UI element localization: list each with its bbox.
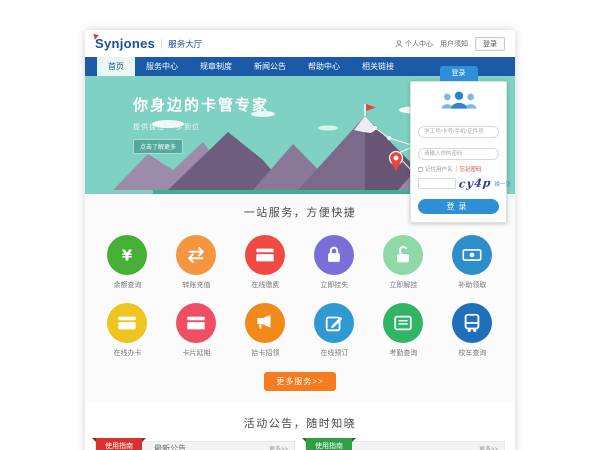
unlock-icon	[383, 235, 423, 275]
hero-copy: 你身边的卡管专家 提供捷径 一步到位 点击了解更多	[133, 94, 269, 154]
service-report-loss[interactable]: 立即挂失	[300, 228, 369, 296]
announcement-panels: 使用指南 最新公告 更多>> 使用指南 更多>>	[95, 441, 505, 450]
service-label: 考勤查询	[369, 348, 438, 358]
service-label: 余额查询	[93, 280, 162, 290]
service-label: 立即挂失	[300, 280, 369, 290]
service-label: 在线办卡	[93, 348, 162, 358]
service-label: 拾卡招领	[231, 348, 300, 358]
divider	[456, 166, 457, 172]
banknote-icon	[452, 235, 492, 275]
bus-icon	[452, 303, 492, 343]
edit-pencil-icon	[314, 303, 354, 343]
remember-checkbox[interactable]	[418, 167, 423, 172]
user-center-link[interactable]: 个人中心	[395, 39, 433, 49]
service-label: 校车查询	[438, 348, 507, 358]
lock-icon	[314, 235, 354, 275]
person-icon	[395, 40, 403, 48]
hero-cta-button[interactable]: 点击了解更多	[133, 139, 183, 154]
tab-usage-guide[interactable]: 使用指南	[96, 438, 142, 450]
service-unfreeze[interactable]: 立即解挂	[369, 228, 438, 296]
login-panel: 登录 记住用户名 忘记密码 cy4p 换一张	[410, 62, 507, 223]
username-input[interactable]	[418, 126, 499, 138]
credit-card-icon	[245, 235, 285, 275]
login-submit-button[interactable]: 登录	[418, 199, 499, 214]
tab-latest-announcements[interactable]: 最新公告	[154, 443, 186, 450]
service-label: 转账充值	[162, 280, 231, 290]
forgot-password-link[interactable]: 忘记密码	[460, 165, 482, 173]
login-options: 记住用户名 忘记密码	[418, 165, 499, 173]
user-notice-link[interactable]: 用户须知	[440, 39, 468, 49]
service-attendance[interactable]: 考勤查询	[369, 296, 438, 364]
guide-panel-right-header: 使用指南 更多>>	[305, 441, 505, 450]
megaphone-icon	[245, 303, 285, 343]
captcha-refresh-link[interactable]: 换一张	[494, 180, 511, 188]
portal-name: 服务大厅	[168, 38, 202, 50]
hero-title: 你身边的卡管专家	[133, 94, 269, 115]
nav-item-service-center[interactable]: 服务中心	[135, 57, 189, 76]
user-center-label: 个人中心	[405, 39, 433, 49]
nav-item-links[interactable]: 相关链接	[351, 57, 405, 76]
header-actions: 个人中心 用户须知 登录	[395, 37, 505, 51]
guide-panel-right: 使用指南 更多>>	[305, 441, 505, 450]
service-school-bus[interactable]: 校车查询	[438, 296, 507, 364]
portal-page: Synjones 服务大厅 个人中心 用户须知 登录 首页 服务中心 规章制度 …	[85, 30, 515, 450]
header-login-button[interactable]: 登录	[475, 37, 505, 51]
login-tab[interactable]: 登录	[440, 66, 478, 81]
service-label: 立即解挂	[369, 280, 438, 290]
captcha-row: cy4p 换一张	[418, 177, 499, 190]
svg-text:¥: ¥	[122, 247, 133, 265]
service-card-extension[interactable]: 卡片延期	[162, 296, 231, 364]
divider	[161, 39, 162, 49]
more-services-button[interactable]: 更多服务>>	[264, 372, 335, 391]
users-group-icon	[439, 89, 479, 110]
logo[interactable]: Synjones 服务大厅	[95, 36, 202, 51]
login-form: 记住用户名 忘记密码 cy4p 换一张 登录	[410, 81, 507, 223]
nav-item-help[interactable]: 帮助中心	[297, 57, 351, 76]
more-link[interactable]: 更多>>	[269, 444, 294, 450]
service-label: 在线预订	[300, 348, 369, 358]
announcements-section: 活动公告，随时知晓 使用指南 最新公告 更多>> 使用指南 更多>>	[85, 403, 515, 450]
nav-item-rules[interactable]: 规章制度	[189, 57, 243, 76]
guide-panel: 使用指南 最新公告 更多>>	[95, 441, 295, 450]
service-label: 补助领取	[438, 280, 507, 290]
service-online-payment[interactable]: 在线缴费	[231, 228, 300, 296]
service-lost-found[interactable]: 拾卡招领	[231, 296, 300, 364]
service-online-booking[interactable]: 在线预订	[300, 296, 369, 364]
attendance-list-icon	[383, 303, 423, 343]
remember-label: 记住用户名	[425, 165, 453, 173]
user-notice-label: 用户须知	[440, 39, 468, 49]
yuan-icon: ¥	[107, 235, 147, 275]
service-subsidy[interactable]: 补助领取	[438, 228, 507, 296]
services-grid: ¥ 余额查询 转账充值 在线缴费	[85, 228, 515, 364]
tab-usage-guide-right[interactable]: 使用指南	[306, 438, 352, 450]
services-section: 一站服务，方便快捷 ¥ 余额查询 转账充值 在	[85, 194, 515, 403]
captcha-image[interactable]: cy4p	[458, 176, 492, 190]
header: Synjones 服务大厅 个人中心 用户须知 登录	[85, 30, 515, 57]
nav-item-news[interactable]: 新闻公告	[243, 57, 297, 76]
credit-card-icon	[107, 303, 147, 343]
transfer-arrows-icon	[176, 235, 216, 275]
service-label: 卡片延期	[162, 348, 231, 358]
service-balance[interactable]: ¥ 余额查询	[93, 228, 162, 296]
password-input[interactable]	[418, 148, 499, 160]
hero-subtitle: 提供捷径 一步到位	[133, 122, 269, 132]
credit-card-icon	[176, 303, 216, 343]
service-apply-card[interactable]: 在线办卡	[93, 296, 162, 364]
service-transfer[interactable]: 转账充值	[162, 228, 231, 296]
nav-item-home[interactable]: 首页	[97, 57, 135, 76]
announcements-title: 活动公告，随时知晓	[95, 415, 505, 431]
guide-panel-header: 使用指南 最新公告 更多>>	[95, 441, 295, 450]
service-label: 在线缴费	[231, 280, 300, 290]
logo-text: Synjones	[95, 36, 155, 51]
captcha-input[interactable]	[418, 178, 456, 189]
more-link[interactable]: 更多>>	[479, 444, 504, 450]
